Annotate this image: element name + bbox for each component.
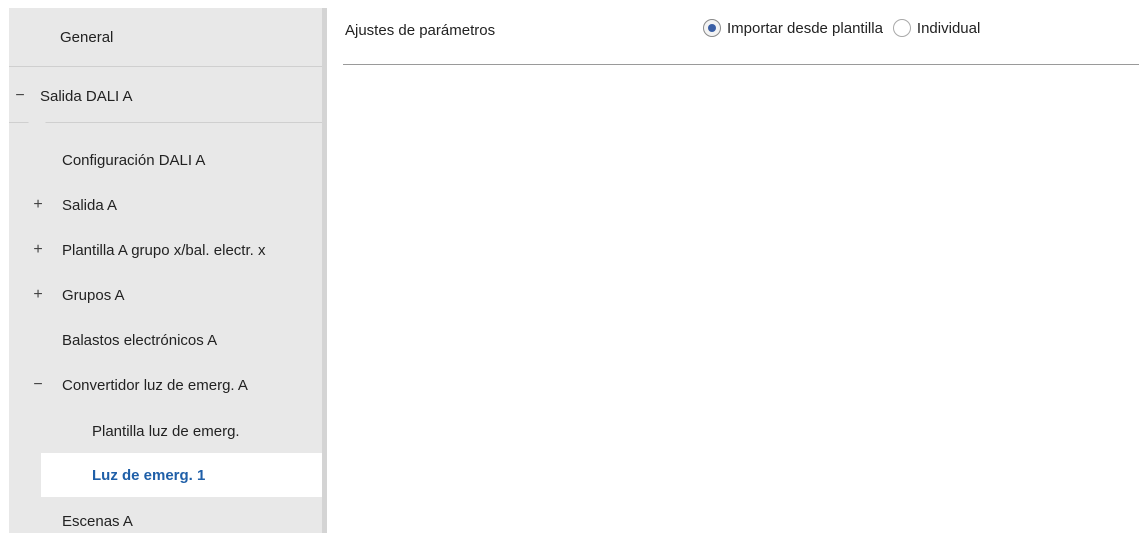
radio-individual[interactable]: Individual (892, 19, 981, 37)
sidebar-tree: General − Salida DALI A Configuración DA… (9, 8, 331, 533)
radio-label: Individual (916, 19, 981, 37)
sidebar-item-label: Convertidor luz de emerg. A (62, 376, 248, 394)
sidebar-item-salida-dali-a[interactable]: − Salida DALI A (9, 74, 327, 118)
sidebar-item-label: Luz de emerg. 1 (92, 466, 206, 484)
sidebar-item-label: Balastos electrónicos A (62, 331, 218, 349)
sidebar-item-label: Grupos A (62, 286, 125, 304)
radio-label: Importar desde plantilla (727, 19, 883, 37)
radio-unchecked-icon[interactable] (892, 19, 911, 37)
sidebar-item-escenas-a[interactable]: Escenas A (9, 499, 327, 533)
sidebar-item-label: Plantilla A grupo x/bal. electr. x (62, 241, 266, 259)
param-label: Ajustes de parámetros (345, 22, 496, 39)
sidebar-item-label: General (60, 28, 114, 46)
collapse-icon[interactable]: − (13, 88, 27, 104)
sidebar-item-salida-a[interactable]: + Salida A (9, 183, 327, 227)
tree-notch-icon (27, 121, 47, 131)
sidebar-item-label: Plantilla luz de emerg. (92, 422, 240, 440)
sidebar-item-configuracion-dali-a[interactable]: Configuración DALI A (9, 138, 327, 182)
param-radio-group: Importar desde plantilla Individual (703, 19, 990, 37)
expand-icon[interactable]: + (31, 242, 45, 258)
sidebar-item-label: Configuración DALI A (62, 151, 206, 169)
sidebar-item-convertidor-luz-emerg-a[interactable]: − Convertidor luz de emerg. A (9, 363, 327, 407)
sidebar-item-plantilla-a-grupo[interactable]: + Plantilla A grupo x/bal. electr. x (9, 228, 327, 272)
divider (9, 66, 327, 67)
app-window: General − Salida DALI A Configuración DA… (0, 0, 1147, 533)
radio-importar-plantilla[interactable]: Importar desde plantilla (703, 19, 883, 37)
sidebar-item-grupos-a[interactable]: + Grupos A (9, 273, 327, 317)
sidebar-item-luz-emerg-1[interactable]: Luz de emerg. 1 (41, 453, 331, 497)
divider (9, 122, 327, 123)
sidebar-item-label: Salida A (62, 196, 118, 214)
sidebar-item-plantilla-luz-emerg[interactable]: Plantilla luz de emerg. (9, 409, 327, 453)
radio-checked-icon[interactable] (703, 19, 721, 37)
collapse-icon[interactable]: − (31, 377, 45, 393)
section-divider (343, 64, 1139, 65)
sidebar-item-general[interactable]: General (9, 15, 327, 59)
sidebar-item-label: Escenas A (62, 512, 133, 530)
expand-icon[interactable]: + (31, 197, 45, 213)
sidebar-item-balastos-electronicos-a[interactable]: Balastos electrónicos A (9, 318, 327, 362)
expand-icon[interactable]: + (31, 287, 45, 303)
parameter-panel: Ajustes de parámetros Importar desde pla… (327, 8, 1147, 533)
sidebar-item-label: Salida DALI A (40, 87, 133, 105)
